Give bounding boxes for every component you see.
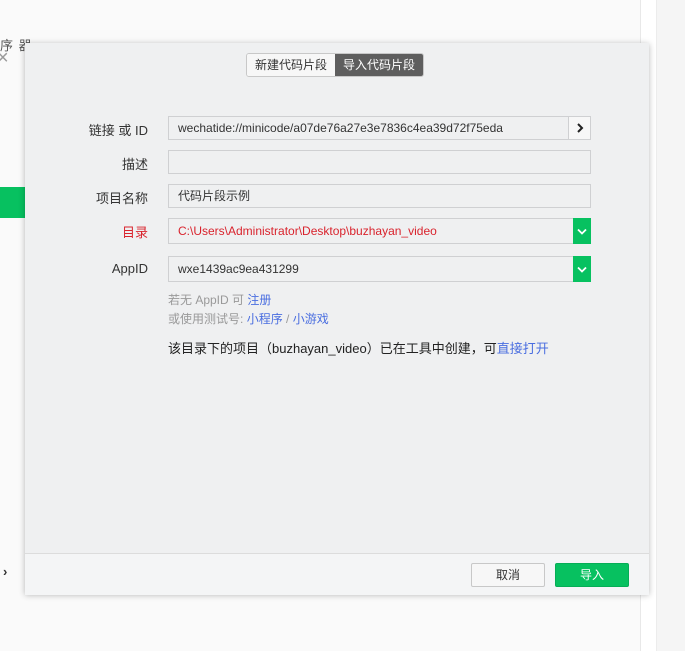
directory-label: 目录 (121, 225, 148, 240)
miniprogram-link[interactable]: 小程序 (247, 312, 283, 326)
tab-import-snippet[interactable]: 导入代码片段 (335, 54, 424, 76)
directory-select[interactable]: C:\Users\Administrator\Desktop\buzhayan_… (168, 218, 591, 244)
link-label: 链接 或 ID (88, 123, 148, 138)
directory-value: C:\Users\Administrator\Desktop\buzhayan_… (178, 224, 437, 238)
chevron-down-icon (577, 266, 587, 273)
register-link[interactable]: 注册 (247, 293, 271, 307)
no-appid-text: 若无 AppID 可 (168, 293, 245, 307)
hint-separator: / (286, 312, 290, 326)
test-account-text: 或使用测试号: (168, 312, 244, 326)
chevron-down-icon (577, 228, 587, 235)
background-scrollbar[interactable] (656, 0, 685, 651)
sidebar-active-indicator[interactable] (0, 187, 25, 218)
project-name-input[interactable]: 代码片段示例 (168, 184, 591, 208)
no-appid-hint: 若无 AppID 可 注册 (168, 291, 271, 308)
existing-project-notice: 该目录下的项目（buzhayan_video）已在工具中创建，可直接打开 (168, 338, 549, 357)
appid-label: AppID (111, 261, 148, 276)
test-account-hint: 或使用测试号: 小程序 / 小游戏 (168, 310, 329, 327)
notice-text: 该目录下的项目（buzhayan_video）已在工具中创建，可 (168, 341, 497, 356)
chevron-right-icon[interactable]: › (3, 564, 7, 579)
tab-new-snippet[interactable]: 新建代码片段 (247, 54, 336, 76)
import-button[interactable]: 导入 (555, 563, 629, 587)
dialog-footer: 取消 导入 (25, 553, 649, 595)
link-value: wechatide://minicode/a07de76a27e3e7836c4… (178, 121, 503, 135)
cancel-button[interactable]: 取消 (471, 563, 545, 587)
appid-select[interactable]: wxe1439ac9ea431299 (168, 256, 591, 282)
description-label: 描述 (121, 157, 148, 172)
appid-value: wxe1439ac9ea431299 (178, 262, 299, 276)
minigame-link[interactable]: 小游戏 (293, 312, 329, 326)
open-directly-link[interactable]: 直接打开 (497, 341, 549, 356)
link-field[interactable]: wechatide://minicode/a07de76a27e3e7836c4… (168, 116, 591, 140)
project-name-value: 代码片段示例 (178, 189, 251, 203)
chevron-right-icon (576, 123, 583, 133)
description-input[interactable] (168, 150, 591, 174)
tab-group: 新建代码片段 导入代码片段 (246, 53, 425, 77)
import-snippet-dialog: 新建代码片段 导入代码片段 链接 或 ID wechatide://minico… (25, 43, 649, 595)
project-name-label: 项目名称 (95, 191, 148, 206)
link-go-button[interactable] (568, 117, 590, 139)
close-icon[interactable]: × (0, 48, 9, 68)
directory-dropdown-button[interactable] (573, 218, 591, 244)
appid-dropdown-button[interactable] (573, 256, 591, 282)
